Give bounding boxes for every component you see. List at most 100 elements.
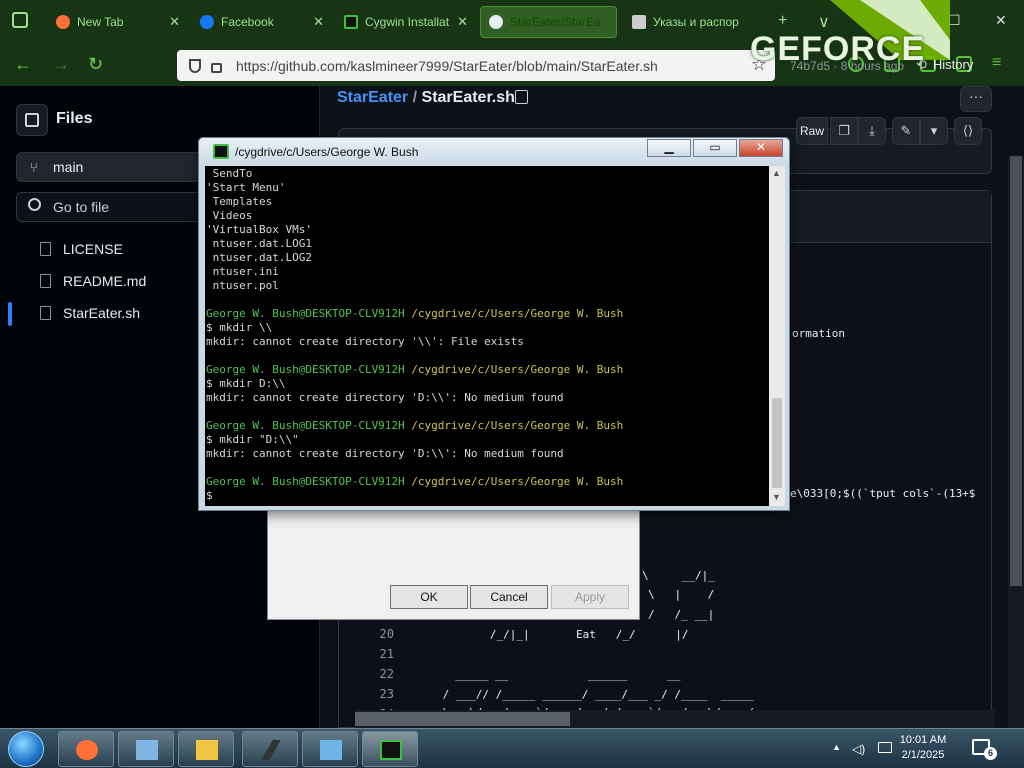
sidebar-item-license[interactable]: LICENSE xyxy=(40,241,123,257)
file-name: StarEater.sh xyxy=(63,305,141,321)
forward-arrow-icon[interactable]: → xyxy=(52,54,70,75)
cancel-button[interactable]: Cancel xyxy=(470,585,548,609)
ok-button[interactable]: OK xyxy=(390,585,468,609)
start-button[interactable] xyxy=(8,731,44,767)
scroll-up-arrow[interactable]: ▲ xyxy=(772,168,781,178)
breadcrumb-separator: / xyxy=(412,89,418,106)
scrollbar-thumb[interactable] xyxy=(355,712,570,726)
terminal-prompt-line: George W. Bush@DESKTOP-CLV912H /cygdrive… xyxy=(206,363,623,377)
new-tab-button[interactable]: + xyxy=(778,12,787,30)
taskbar-app[interactable] xyxy=(302,731,358,767)
terminal-title-bar[interactable]: /cygdrive/c/Users/George W. Bush ▁ ▭ ✕ xyxy=(199,138,789,166)
terminal-prompt-line: George W. Bush@DESKTOP-CLV912H /cygdrive… xyxy=(206,307,623,321)
download-raw-button[interactable]: ⤓ xyxy=(858,117,886,145)
tab-ukazy[interactable]: Указы и распор xyxy=(624,6,764,38)
document-icon xyxy=(632,15,646,29)
terminal-line: ntuser.dat.LOG1 xyxy=(206,237,312,250)
code-horizontal-scrollbar[interactable] xyxy=(355,710,995,728)
scroll-down-arrow[interactable]: ▼ xyxy=(772,492,781,502)
taskbar-cygwin[interactable] xyxy=(362,731,418,767)
tab-list-button[interactable]: ∨ xyxy=(818,12,830,32)
more-options-button[interactable]: ··· xyxy=(960,86,992,112)
clock-time: 10:01 AM xyxy=(899,734,947,746)
tab-label: StarEater/StarEa xyxy=(510,15,601,29)
edit-button[interactable]: ✎ xyxy=(892,117,920,145)
terminal-line: SendTo xyxy=(206,167,253,180)
prompt-user-host: George W. Bush@DESKTOP-CLV912H xyxy=(206,419,405,432)
terminal-close-button[interactable]: ✕ xyxy=(739,139,783,157)
terminal-line: 'Start Menu' xyxy=(206,181,286,194)
code-line: \ __/|_ xyxy=(642,569,715,582)
tray-overflow-icon[interactable]: ▲ xyxy=(832,742,841,752)
sidebar-item-stareater-sh[interactable]: StarEater.sh xyxy=(40,305,140,321)
sidebar-item-readme[interactable]: README.md xyxy=(40,273,146,289)
system-clock[interactable]: 10:01 AM 2/1/2025 xyxy=(893,733,953,763)
taskbar-computer[interactable] xyxy=(118,731,174,767)
menu-icon[interactable]: ≡ xyxy=(992,54,1001,72)
scrollbar-thumb[interactable] xyxy=(772,398,782,488)
volume-icon[interactable]: ◁) xyxy=(852,742,865,756)
close-icon[interactable]: ✕ xyxy=(457,14,468,30)
line-number: 21 xyxy=(379,647,394,661)
search-icon xyxy=(28,198,41,211)
taskbar-explorer[interactable] xyxy=(178,731,234,767)
raw-button[interactable]: Raw xyxy=(796,117,828,145)
tab-stareater-active[interactable]: StarEater/StarEa xyxy=(480,6,617,38)
sidebar-icon xyxy=(25,113,39,127)
terminal-line: mkdir: cannot create directory 'D:\\': N… xyxy=(206,391,564,404)
network-icon[interactable] xyxy=(878,742,892,753)
prompt-path: /cygdrive/c/Users/George W. Bush xyxy=(411,363,624,376)
close-icon[interactable]: ✕ xyxy=(169,14,180,30)
prompt-user-host: George W. Bush@DESKTOP-CLV912H xyxy=(206,363,405,376)
folder-icon xyxy=(196,740,218,760)
tab-label: Facebook xyxy=(221,15,274,29)
symbols-panel-button[interactable]: ⟨⟩ xyxy=(954,117,982,145)
close-icon[interactable]: ✕ xyxy=(313,14,324,30)
edit-dropdown-button[interactable]: ▾ xyxy=(920,117,948,145)
tab-manager-icon[interactable] xyxy=(12,12,28,28)
url-bar[interactable]: https://github.com/kaslmineer7999/StarEa… xyxy=(177,50,775,81)
cygwin-icon xyxy=(380,740,402,760)
taskbar-pen-tool[interactable] xyxy=(242,731,298,767)
pen-icon xyxy=(261,740,281,760)
terminal-output[interactable]: SendTo 'Start Menu' Templates Videos 'Virt… xyxy=(205,166,769,506)
tab-facebook[interactable]: Facebook ✕ xyxy=(192,6,332,38)
window-close-button[interactable]: ✕ xyxy=(995,12,1007,29)
history-button[interactable]: History xyxy=(916,57,973,73)
file-icon xyxy=(40,274,51,288)
scrollbar-thumb[interactable] xyxy=(1010,156,1022,586)
terminal-scrollbar[interactable]: ▲ ▼ xyxy=(769,166,785,506)
selected-file-indicator xyxy=(8,302,12,326)
window-icon xyxy=(320,740,342,760)
terminal-line: $ xyxy=(206,489,213,502)
terminal-minimize-button[interactable]: ▁ xyxy=(647,139,691,157)
page-scrollbar[interactable] xyxy=(1008,156,1024,728)
apply-button[interactable]: Apply xyxy=(551,585,629,609)
terminal-line: mkdir: cannot create directory '\\': Fil… xyxy=(206,335,524,348)
tab-label: Указы и распор xyxy=(653,15,739,29)
firefox-icon xyxy=(76,740,98,760)
taskbar-firefox[interactable] xyxy=(58,731,114,767)
terminal-maximize-button[interactable]: ▭ xyxy=(693,139,737,157)
tab-new-tab[interactable]: New Tab ✕ xyxy=(48,6,188,38)
cygwin-icon xyxy=(213,144,229,159)
tab-cygwin-installer[interactable]: Cygwin Installat ✕ xyxy=(336,6,476,38)
prompt-path: /cygdrive/c/Users/George W. Bush xyxy=(411,307,624,320)
code-line: _____ __ ______ __ xyxy=(442,668,681,681)
collapse-sidebar-button[interactable] xyxy=(16,104,48,136)
code-line: /_/|_| Eat /_/ |/ xyxy=(470,628,689,641)
code-icon: ⟨⟩ xyxy=(962,123,974,138)
back-arrow-icon[interactable]: ← xyxy=(14,54,32,75)
commit-hash-time[interactable]: 74b7d5 · 8 hours ago xyxy=(790,59,904,73)
copy-raw-button[interactable]: ❐ xyxy=(830,117,858,145)
notification-count-badge: 6 xyxy=(984,747,997,760)
taskbar: ▲ ◁) 10:01 AM 2/1/2025 6 xyxy=(0,728,1024,768)
tab-label: Cygwin Installat xyxy=(365,15,450,29)
shield-icon xyxy=(189,58,201,73)
terminal-prompt-line: George W. Bush@DESKTOP-CLV912H /cygdrive… xyxy=(206,475,623,489)
terminal-line: ntuser.dat.LOG2 xyxy=(206,251,312,264)
copy-path-icon[interactable] xyxy=(515,90,528,104)
code-line: / ___// /_____ ______/ ____/___ _/ /____… xyxy=(436,688,754,701)
reload-icon[interactable]: ↻ xyxy=(88,54,103,75)
breadcrumb-repo-link[interactable]: StarEater xyxy=(337,89,408,106)
